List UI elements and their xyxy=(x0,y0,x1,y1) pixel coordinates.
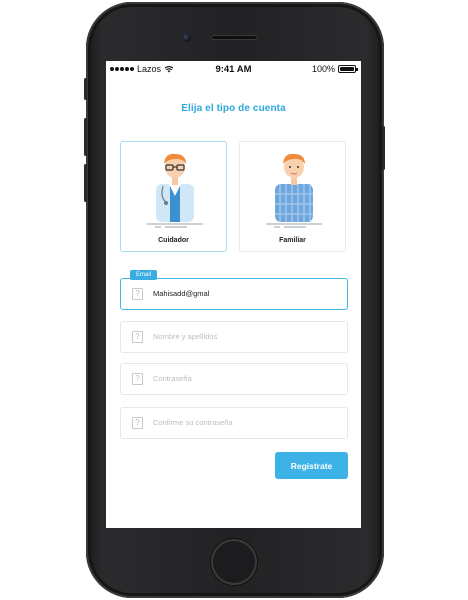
question-mark-icon: ? xyxy=(132,331,143,343)
front-camera xyxy=(182,33,191,42)
confirm-password-field[interactable]: ? Confirme su contraseña xyxy=(120,407,348,439)
email-input[interactable] xyxy=(153,279,341,309)
battery-percent: 100% xyxy=(311,64,335,74)
password-field[interactable]: ? Contraseña xyxy=(120,363,348,395)
earpiece-speaker xyxy=(211,35,257,40)
volume-up-button xyxy=(84,118,87,156)
battery-group: 100% xyxy=(311,64,358,74)
battery-icon xyxy=(338,65,358,73)
name-field[interactable]: ? Nombre y apellidos xyxy=(120,321,348,353)
name-placeholder[interactable]: Nombre y apellidos xyxy=(153,322,341,352)
mute-switch xyxy=(84,78,87,100)
password-placeholder[interactable]: Contraseña xyxy=(153,364,341,394)
page-title: Elija el tipo de cuenta xyxy=(181,103,286,114)
register-button[interactable]: Registrate xyxy=(275,452,348,479)
volume-down-button xyxy=(84,164,87,202)
status-bar: Lazos 9:41 AM 100% xyxy=(106,61,361,76)
app-screen: Lazos 9:41 AM 100% Elija el tipo de cuen… xyxy=(106,61,361,528)
confirm-password-placeholder[interactable]: Confirme su contraseña xyxy=(153,408,341,438)
question-mark-icon: ? xyxy=(132,373,143,385)
email-field[interactable]: ? xyxy=(120,278,348,310)
power-button xyxy=(382,126,385,170)
account-type-label: Cuidador xyxy=(158,237,189,244)
question-mark-icon: ? xyxy=(132,417,143,429)
account-type-card-cuidador[interactable]: Cuidador xyxy=(120,141,227,252)
account-type-label: Familiar xyxy=(279,237,306,244)
question-mark-icon: ? xyxy=(132,288,143,300)
email-floating-label: Email xyxy=(130,270,158,280)
family-member-avatar-icon xyxy=(266,153,322,228)
account-type-card-familiar[interactable]: Familiar xyxy=(239,141,346,252)
home-button[interactable] xyxy=(211,539,257,585)
caregiver-avatar-icon xyxy=(147,153,203,228)
